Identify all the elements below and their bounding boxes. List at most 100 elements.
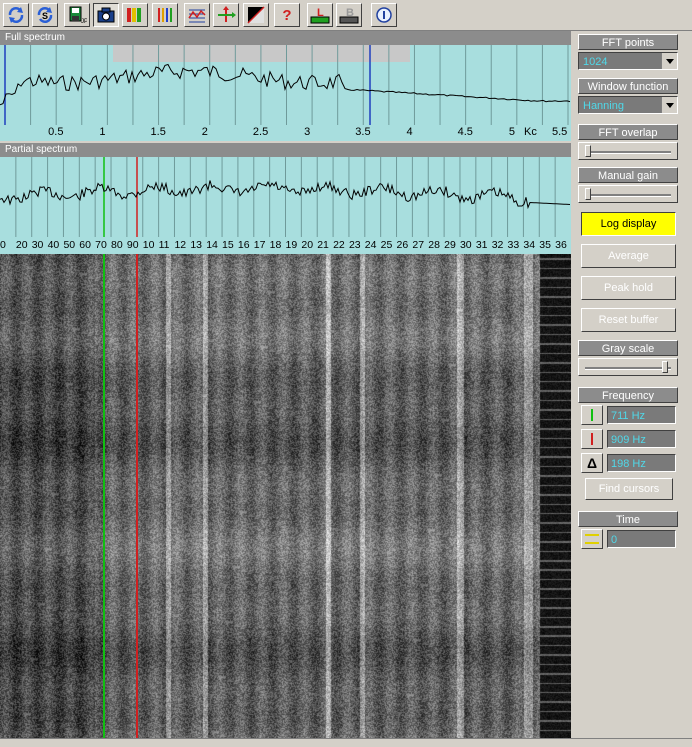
partial-spectrum-tick-label: 28 (428, 239, 440, 251)
spectrogram-green-cursor[interactable] (103, 254, 105, 738)
time-value: 0 (607, 530, 676, 548)
partial-spectrum-tick-label: 19 (285, 239, 298, 251)
marker-b-button[interactable]: B (336, 3, 362, 27)
full-spectrum-plot[interactable] (0, 45, 571, 125)
refresh-button[interactable] (3, 3, 29, 27)
full-spectrum-unit-label: Kc (524, 126, 537, 138)
grid-icon (188, 9, 206, 23)
window-function-select[interactable]: Hanning (578, 96, 678, 114)
frequency-cursor1-row: 711 Hz (581, 405, 677, 425)
full-spectrum-title: Full spectrum (0, 31, 571, 45)
frequency-cursor2-row: 909 Hz (581, 429, 677, 449)
partial-spectrum-tick-label: 60 (79, 239, 91, 251)
toolbar: S JP ? L B (0, 0, 692, 31)
spectrogram[interactable] (0, 254, 571, 738)
reset-buffer-button[interactable]: Reset buffer (581, 308, 676, 332)
svg-text:JP: JP (81, 19, 87, 24)
full-spectrum-tick-label: 0.5 (48, 126, 64, 138)
svg-text:S: S (42, 11, 48, 21)
peak-hold-button[interactable]: Peak hold (581, 276, 676, 300)
full-spectrum-selection (113, 45, 410, 62)
refresh-s-icon: S (37, 7, 53, 23)
about-button[interactable] (371, 3, 397, 27)
time-row: 0 (581, 529, 677, 549)
partial-spectrum-tick-label: 12 (174, 239, 187, 251)
partial-spectrum-tick-label: 80 (111, 239, 123, 251)
partial-spectrum-tick-label: 20 (301, 239, 314, 251)
partial-spectrum-plot[interactable] (0, 157, 571, 237)
full-spectrum-tick-label: 1 (99, 126, 106, 138)
full-spectrum-tick-label: 1.5 (150, 126, 166, 138)
partial-spectrum-tick-label: 33 (507, 239, 520, 251)
red-cursor-icon[interactable] (581, 429, 603, 449)
marker-l-button[interactable]: L (307, 3, 333, 27)
bars-button[interactable] (152, 3, 178, 27)
window-function-value: Hanning (583, 100, 624, 112)
fft-overlap-thumb[interactable] (585, 145, 592, 157)
gray-scale-group: Gray scale (578, 340, 678, 376)
green-cursor-icon[interactable] (581, 405, 603, 425)
partial-spectrum-tick-label: 22 (333, 239, 345, 251)
frequency-group: Frequency (578, 387, 678, 403)
find-cursors-button[interactable]: Find cursors (585, 478, 673, 500)
manual-gain-thumb[interactable] (585, 188, 592, 200)
partial-spectrum-tick-label: 26 (396, 239, 409, 251)
gray-scale-thumb[interactable] (662, 361, 669, 373)
camera-button[interactable] (93, 3, 119, 27)
partial-spectrum-graph (0, 157, 571, 237)
partial-spectrum-title: Partial spectrum (0, 143, 571, 157)
axes-icon (218, 6, 236, 22)
partial-spectrum-tick-label: 30 (31, 239, 44, 251)
partial-spectrum-tick-label: 21 (317, 239, 329, 251)
full-spectrum-curve (0, 63, 571, 106)
window-function-label: Window function (578, 78, 678, 94)
full-spectrum-tick-label: 5 (508, 126, 515, 138)
grid-button[interactable] (184, 3, 210, 27)
camera-icon (97, 7, 115, 23)
partial-spectrum-tick-label: 90 (126, 239, 139, 251)
time-group: Time (578, 511, 678, 527)
axes-button[interactable] (213, 3, 239, 27)
gray-scale-slider[interactable] (578, 358, 678, 376)
time-icon[interactable] (581, 529, 603, 549)
color-bars-button[interactable] (122, 3, 148, 27)
partial-spectrum-tick-label: 15 (222, 239, 234, 251)
save-button[interactable]: JP (64, 3, 90, 27)
partial-spectrum-tick-label: 13 (190, 239, 203, 251)
frequency-cursor2-value: 909 Hz (607, 430, 676, 448)
help-button[interactable]: ? (274, 3, 300, 27)
fft-points-label: FFT points (578, 34, 678, 50)
partial-spectrum-tick-label: 40 (47, 239, 60, 251)
manual-gain-slider[interactable] (578, 185, 678, 203)
fft-overlap-slider[interactable] (578, 142, 678, 160)
fft-points-value: 1024 (583, 56, 608, 68)
fft-overlap-label: FFT overlap (578, 124, 678, 140)
save-icon: JP (69, 6, 87, 24)
manual-gain-label: Manual gain (578, 167, 678, 183)
fft-points-select[interactable]: 1024 (578, 52, 678, 70)
time-label: Time (578, 511, 678, 527)
partial-spectrum-tick-label: 17 (253, 239, 266, 251)
full-spectrum-tick-label: 5.5 (552, 126, 568, 138)
contrast-button[interactable] (243, 3, 269, 27)
spectrogram-red-cursor[interactable] (136, 254, 138, 738)
color-bars-icon (127, 8, 141, 22)
partial-spectrum-tick-label: 32 (491, 239, 504, 251)
partial-spectrum-tick-label: 10 (142, 239, 155, 251)
partial-spectrum-tick-label: 30 (459, 239, 472, 251)
marker-l-icon: L (310, 7, 330, 24)
svg-text:L: L (317, 7, 324, 19)
chevron-down-icon[interactable] (661, 97, 677, 113)
average-button[interactable]: Average (581, 244, 676, 268)
about-icon (376, 7, 392, 23)
window-function-group: Window function Hanning (578, 78, 678, 114)
chevron-down-icon[interactable] (661, 53, 677, 69)
partial-spectrum-tick-label: 27 (412, 239, 425, 251)
partial-spectrum-tick-label: 70 (95, 239, 107, 251)
partial-spectrum-tick-label: 14 (206, 239, 218, 251)
partial-spectrum-axis: 0 20 30 40 50 60 70 80 90 10 11 12 13 14 15 16 17 18 19 20 2… (0, 237, 571, 254)
partial-spectrum-tick-label: 20 (15, 239, 28, 251)
partial-spectrum-tick-label: 50 (63, 239, 76, 251)
refresh-s-button[interactable]: S (32, 3, 58, 27)
log-display-button[interactable]: Log display (581, 212, 676, 236)
